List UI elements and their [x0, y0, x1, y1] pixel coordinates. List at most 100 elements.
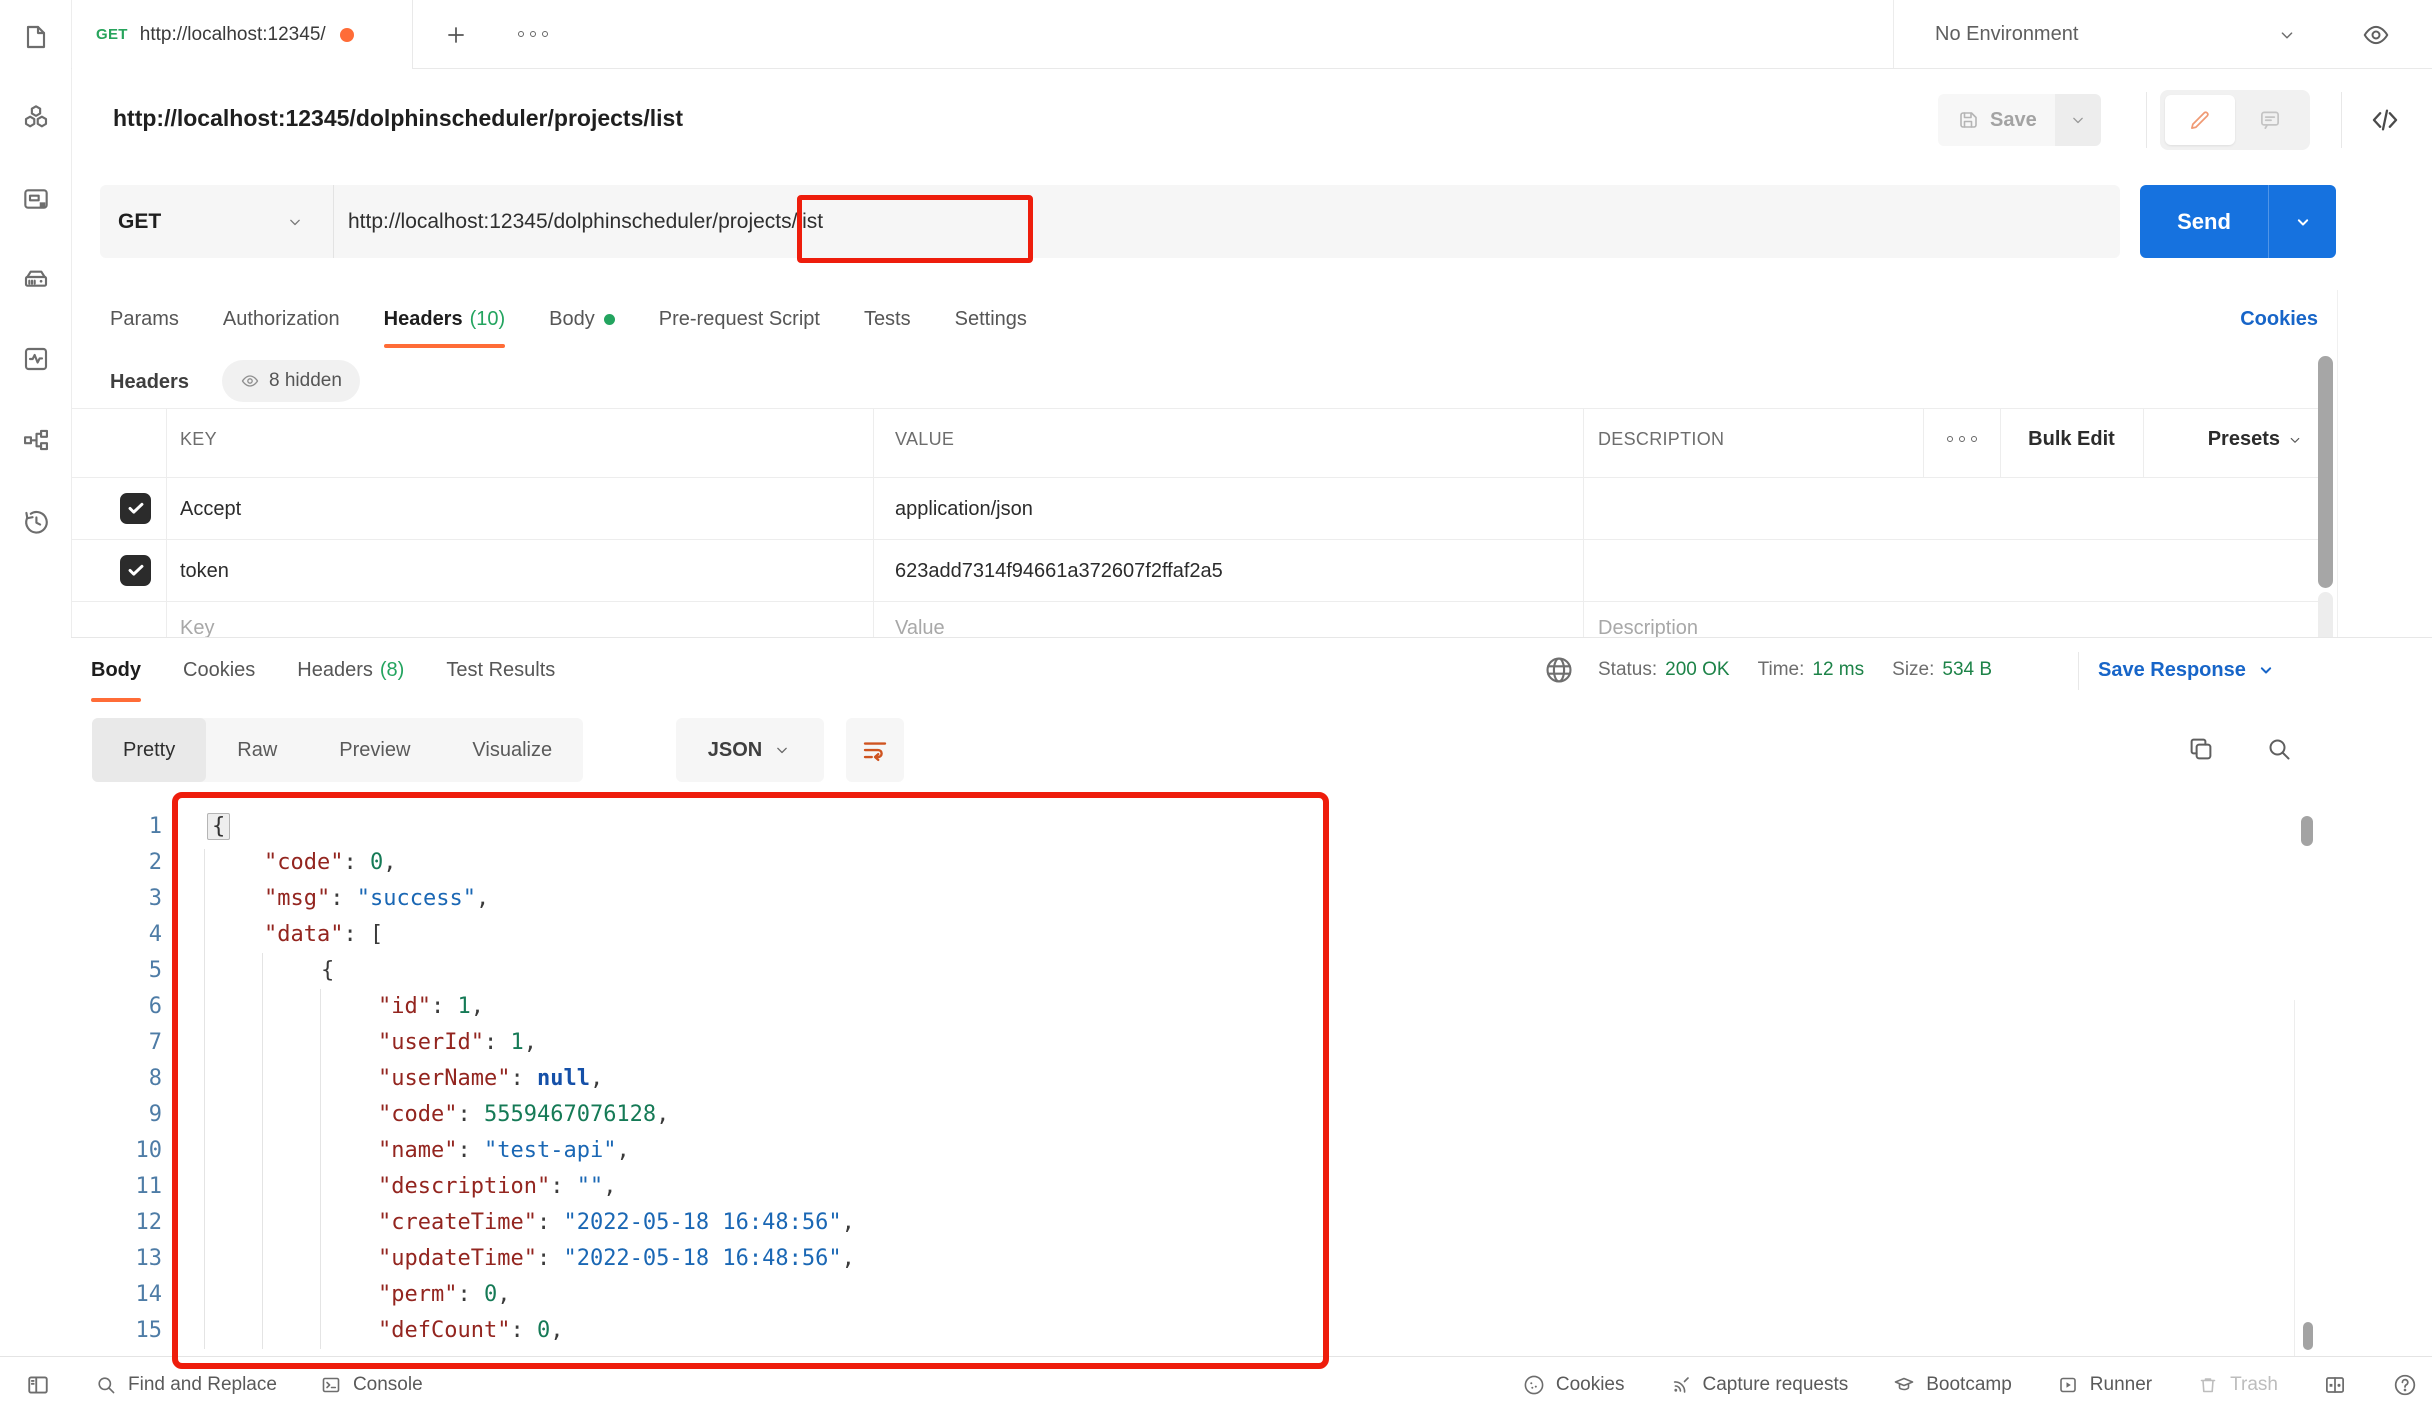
tab-label: Headers [383, 307, 463, 330]
code-line: 4 "data": [ [0, 917, 2290, 953]
tab-label: Headers [297, 658, 373, 681]
bulk-edit-button[interactable]: Bulk Edit [2000, 424, 2143, 454]
edit-mode-button[interactable] [2165, 95, 2235, 145]
view-visualize[interactable]: Visualize [441, 718, 583, 782]
send-button[interactable]: Send [2140, 185, 2268, 258]
tab-pre-request-script[interactable]: Pre-request Script [659, 290, 820, 348]
split-panel-button[interactable] [2322, 1372, 2348, 1398]
wrap-lines-button[interactable] [846, 718, 904, 782]
cookies-link[interactable]: Cookies [2150, 290, 2318, 348]
tab-body[interactable]: Body [549, 290, 615, 348]
cookies-button[interactable]: Cookies [1522, 1373, 1625, 1397]
method-value: GET [118, 209, 162, 233]
search-icon [94, 1373, 118, 1397]
chevron-down-icon [2068, 110, 2088, 130]
url-input[interactable]: http://localhost:12345/dolphinscheduler/… [334, 210, 823, 234]
view-pretty[interactable]: Pretty [92, 718, 207, 782]
sidebar-item-apis[interactable] [20, 102, 52, 134]
copy-response-button[interactable] [2178, 726, 2224, 772]
line-number: 11 [135, 1174, 163, 1199]
help-button[interactable] [2392, 1372, 2418, 1398]
presets-button[interactable]: Presets [2150, 424, 2280, 454]
environment-quick-look-button[interactable] [2356, 17, 2396, 53]
header-key-cell[interactable]: Accept [180, 495, 241, 523]
code-line: 11 "description": "", [0, 1169, 2290, 1205]
key-placeholder: Key [180, 617, 215, 637]
environments-icon [20, 183, 52, 215]
tab-label: Authorization [222, 307, 340, 330]
code-line: 15 "defCount": 0, [0, 1313, 2290, 1349]
save-button-group[interactable]: Save [1938, 94, 2101, 146]
network-info-button[interactable] [1538, 650, 1580, 690]
table-more-actions-button[interactable] [1938, 432, 1986, 446]
response-tab-body[interactable]: Body [91, 638, 141, 702]
runner-label: Runner [2089, 1373, 2153, 1395]
send-options-button[interactable] [2268, 185, 2336, 258]
sidebar-item-monitors[interactable] [20, 343, 52, 375]
size-value: 534 B [1942, 659, 1993, 680]
trash-button[interactable]: Trash [2196, 1373, 2278, 1397]
code-line: 5{ [0, 953, 2290, 989]
sidebar-toggle-button[interactable] [24, 1371, 52, 1399]
sidebar-item-mock-servers[interactable] [20, 263, 52, 295]
find-and-replace-button[interactable]: Find and Replace [94, 1373, 277, 1397]
editor-scrollbar-thumb[interactable] [2303, 1322, 2313, 1350]
view-raw[interactable]: Raw [206, 718, 308, 782]
send-button-group[interactable]: Send [2140, 185, 2336, 258]
method-selector[interactable]: GET [100, 185, 334, 258]
format-selector[interactable]: JSON [676, 718, 824, 782]
console-button[interactable]: Console [319, 1373, 423, 1397]
code-snippet-button[interactable] [2360, 98, 2410, 142]
environment-selector[interactable]: No Environment [1935, 0, 2078, 69]
tab-options-button[interactable] [505, 26, 561, 42]
collections-icon [20, 21, 52, 53]
row-enabled-checkbox[interactable] [120, 493, 151, 524]
tab-headers[interactable]: Headers (10) [383, 290, 505, 348]
save-icon [1956, 108, 1980, 132]
line-number: 1 [148, 814, 162, 839]
scroll-gutter-line [2294, 1000, 2295, 1356]
comment-button[interactable] [2235, 95, 2305, 145]
response-scrollbar-thumb[interactable] [2301, 816, 2313, 846]
response-tab-headers[interactable]: Headers (8) [297, 638, 404, 702]
format-value: JSON [707, 738, 763, 761]
runner-button[interactable]: Runner [2056, 1373, 2152, 1397]
bootcamp-button[interactable]: Bootcamp [1892, 1373, 2012, 1397]
presets-chevron[interactable] [2284, 429, 2306, 451]
sidebar-item-history[interactable] [20, 506, 52, 538]
header-row-placeholder[interactable]: Key Value Description [72, 602, 2318, 637]
save-options-button[interactable] [2054, 94, 2101, 146]
row-enabled-checkbox[interactable] [120, 555, 151, 586]
new-tab-button[interactable] [438, 17, 474, 53]
tab-settings[interactable]: Settings [955, 290, 1027, 348]
environment-chevron[interactable] [2274, 24, 2300, 46]
search-response-button[interactable] [2256, 726, 2302, 772]
response-body-code[interactable]: 1{2 "code": 0, 3 "msg": "success", 4 "data": … [0, 809, 2290, 1349]
tab-params[interactable]: Params [110, 290, 179, 348]
status-value: 200 OK [1665, 659, 1730, 680]
code-line: 14 "perm": 0, [0, 1277, 2290, 1313]
request-scrollbar-thumb[interactable] [2318, 356, 2333, 588]
sidebar-item-flows[interactable] [20, 424, 52, 456]
request-tab[interactable]: GET http://localhost:12345/ [72, 0, 413, 69]
sidebar-item-collections[interactable] [20, 21, 52, 53]
sidebar-item-environments[interactable] [20, 183, 52, 215]
body-green-dot [603, 313, 615, 325]
response-tab-test-results[interactable]: Test Results [446, 638, 555, 702]
tab-tests[interactable]: Tests [864, 290, 911, 348]
save-button[interactable]: Save [1938, 94, 2055, 146]
view-preview[interactable]: Preview [308, 718, 441, 782]
header-value-cell[interactable]: 623add7314f94661a372607f2ffaf2a5 [895, 557, 1223, 585]
capture-requests-button[interactable]: Capture requests [1669, 1373, 1848, 1397]
indent-guide [320, 989, 321, 1349]
line-number: 12 [135, 1210, 163, 1235]
capture-icon [1669, 1373, 1693, 1397]
tab-authorization[interactable]: Authorization [223, 290, 340, 348]
save-response-button[interactable]: Save Response [2098, 638, 2276, 702]
header-value-cell[interactable]: application/json [895, 495, 1033, 523]
response-tab-cookies[interactable]: Cookies [183, 638, 255, 702]
hidden-headers-toggle[interactable]: 8 hidden [222, 360, 360, 402]
more-options-icon [518, 31, 548, 37]
header-key-cell[interactable]: token [180, 557, 229, 585]
tab-label: Body [549, 307, 595, 330]
